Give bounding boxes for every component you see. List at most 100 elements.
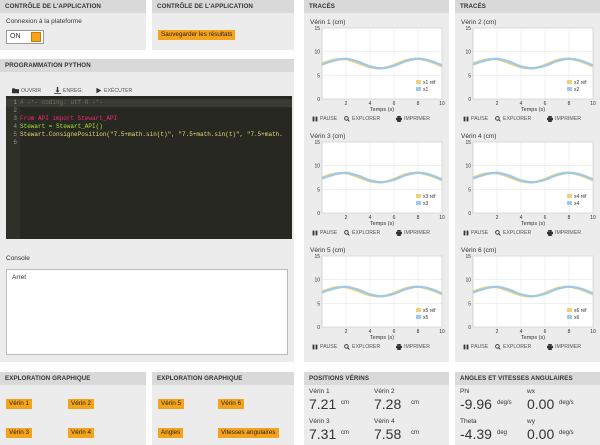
- x-tick-label: 10: [590, 329, 596, 335]
- print-button[interactable]: IMPRIMER: [547, 344, 581, 350]
- y-tick-label: 5: [468, 187, 471, 193]
- save-results-button[interactable]: Sauvegarder les résultats: [158, 30, 236, 40]
- pause-button[interactable]: PAUSE: [312, 230, 337, 236]
- position-label: Vérin 1: [309, 388, 330, 395]
- legend-label: x3 réf: [423, 194, 436, 200]
- verin-1-button[interactable]: Vérin 1: [6, 399, 32, 409]
- angles-button[interactable]: Angles: [158, 428, 184, 438]
- legend-swatch: [416, 80, 421, 84]
- toggle-knob[interactable]: [31, 32, 41, 42]
- plot-verin-6[interactable]: Vérin 6 (cm) 15 10 5 0 2 4 6 8 10 Temps (s) x6 réf x…: [459, 245, 596, 355]
- position-unit: cm: [411, 430, 419, 436]
- verin-4-button[interactable]: Vérin 4: [68, 428, 94, 438]
- code-line[interactable]: 4 Stewart = Stewart_API(): [6, 123, 292, 131]
- position-label: Vérin 4: [374, 418, 395, 425]
- legend-swatch: [567, 87, 572, 91]
- y-tick-label: 0: [317, 97, 320, 103]
- y-tick-label: 10: [465, 50, 471, 56]
- pause-label: PAUSE: [320, 116, 338, 122]
- console-output[interactable]: Arret: [6, 269, 288, 355]
- y-tick-label: 10: [314, 164, 320, 170]
- angle-label: wy: [527, 418, 535, 425]
- plot-verin-3[interactable]: Vérin 3 (cm) 15 10 5 0 2 4 6 8 10 Temps (s) x3 réf x…: [308, 131, 445, 241]
- verin-2-button[interactable]: Vérin 2: [68, 399, 94, 409]
- explore-button[interactable]: EXPLORER: [495, 116, 531, 122]
- print-button[interactable]: IMPRIMER: [547, 116, 581, 122]
- legend-swatch: [567, 315, 572, 319]
- code-line[interactable]: 3 From API import Stewart_API: [6, 115, 292, 123]
- explore-button[interactable]: EXPLORER: [344, 344, 380, 350]
- verin-3-button[interactable]: Vérin 3: [6, 428, 32, 438]
- x-tick-label: 2: [496, 215, 499, 221]
- verin-5-button[interactable]: Vérin 5: [158, 399, 184, 409]
- y-tick-label: 15: [314, 254, 320, 260]
- pause-label: PAUSE: [471, 116, 489, 122]
- pause-button[interactable]: PAUSE: [463, 230, 488, 236]
- exploration-panel-2: EXPLORATION GRAPHIQUE Vérin 5 Vérin 6 An…: [152, 372, 294, 445]
- code-editor[interactable]: 1 # -*- coding: utf-8 -*- 2 3 From API imp…: [6, 96, 292, 239]
- x-tick-label: 10: [590, 215, 596, 221]
- save-code-button[interactable]: ENREG.: [54, 87, 83, 94]
- print-button[interactable]: IMPRIMER: [396, 230, 430, 236]
- open-button[interactable]: OUVRIR: [12, 87, 41, 94]
- printer-icon: [547, 230, 553, 236]
- print-button[interactable]: IMPRIMER: [396, 344, 430, 350]
- y-tick-label: 0: [468, 325, 471, 331]
- code-line[interactable]: 6: [6, 139, 292, 147]
- pause-icon: [463, 230, 469, 236]
- explore-button[interactable]: EXPLORER: [344, 116, 380, 122]
- position-unit: cm: [411, 400, 419, 406]
- explore-button[interactable]: EXPLORER: [495, 344, 531, 350]
- angular-speeds-button[interactable]: Vitesses angulaires: [218, 428, 279, 438]
- verin-6-button[interactable]: Vérin 6: [218, 399, 244, 409]
- code-line[interactable]: 5 Stewart.ConsignePosition("7.5+math.sin(…: [6, 131, 292, 139]
- explore-button[interactable]: EXPLORER: [344, 230, 380, 236]
- code-line[interactable]: 2: [6, 107, 292, 115]
- download-icon: [54, 87, 61, 94]
- magnifier-icon: [495, 344, 501, 350]
- x-tick-label: 10: [439, 101, 445, 107]
- plot-verin-2[interactable]: Vérin 2 (cm) 15 10 5 0 2 4 6 8 10 Temps (s) x2 réf x…: [459, 17, 596, 127]
- legend-label: x6: [574, 315, 580, 321]
- legend-label: x5: [423, 315, 429, 321]
- pause-icon: [463, 116, 469, 122]
- print-button[interactable]: IMPRIMER: [547, 230, 581, 236]
- legend-label: x4 réf: [574, 194, 587, 200]
- magnifier-icon: [495, 116, 501, 122]
- pause-button[interactable]: PAUSE: [312, 344, 337, 350]
- save-code-label: ENREG.: [63, 87, 83, 94]
- explore-label: EXPLORER: [503, 116, 532, 122]
- x-tick-label: 2: [345, 101, 348, 107]
- toggle-label: ON: [10, 33, 21, 40]
- y-tick-label: 15: [465, 254, 471, 260]
- plot-verin-5[interactable]: Vérin 5 (cm) 15 10 5 0 2 4 6 8 10 Temps (s) x5 réf x…: [308, 245, 445, 355]
- pause-button[interactable]: PAUSE: [463, 344, 488, 350]
- position-value: 7.31: [309, 426, 337, 442]
- connection-toggle[interactable]: ON: [6, 30, 44, 44]
- run-label: EXÉCUTER: [104, 87, 133, 94]
- y-tick-label: 5: [317, 73, 320, 79]
- x-tick-label: 2: [496, 329, 499, 335]
- explore-button[interactable]: EXPLORER: [495, 230, 531, 236]
- plot-title: Vérin 1 (cm): [310, 19, 345, 26]
- angle-value: 0.00: [527, 396, 555, 412]
- pause-label: PAUSE: [471, 230, 489, 236]
- pause-button[interactable]: PAUSE: [312, 116, 337, 122]
- print-button[interactable]: IMPRIMER: [396, 116, 430, 122]
- x-axis-label: Temps (s): [521, 107, 545, 113]
- pause-label: PAUSE: [320, 344, 338, 350]
- x-tick-label: 2: [496, 101, 499, 107]
- printer-icon: [547, 344, 553, 350]
- pause-button[interactable]: PAUSE: [463, 116, 488, 122]
- plot-title: Vérin 2 (cm): [461, 19, 496, 26]
- x-axis-label: Temps (s): [370, 107, 394, 113]
- x-axis-label: Temps (s): [521, 335, 545, 341]
- legend-swatch: [416, 201, 421, 205]
- legend-swatch: [416, 87, 421, 91]
- plot-verin-1[interactable]: Vérin 1 (cm) 15 10 5 0 2 4 6 8 10 Temps (s) x1 réf x…: [308, 17, 445, 127]
- code-line[interactable]: 1 # -*- coding: utf-8 -*-: [6, 99, 292, 107]
- x-tick-label: 8: [568, 101, 571, 107]
- plot-verin-4[interactable]: Vérin 4 (cm) 15 10 5 0 2 4 6 8 10 Temps (s) x4 réf x…: [459, 131, 596, 241]
- run-button[interactable]: EXÉCUTER: [95, 87, 132, 94]
- pause-icon: [312, 230, 318, 236]
